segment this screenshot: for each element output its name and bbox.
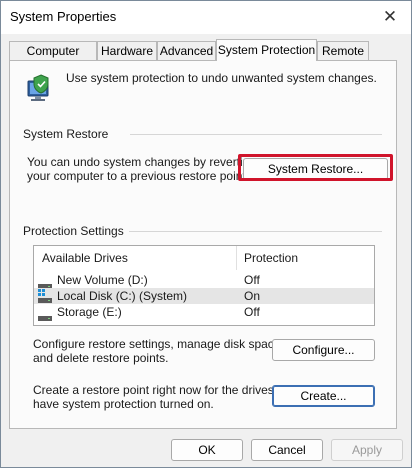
create-description-line2: have system protection turned on. [33, 397, 214, 411]
tab-advanced[interactable]: Advanced [157, 41, 216, 60]
system-restore-description-line1: You can undo system changes by reverting [27, 155, 257, 169]
drive-name: New Volume (D:) [57, 273, 148, 287]
system-restore-description-line2: your computer to a previous restore poin… [27, 169, 250, 183]
system-properties-window: System Properties ✕ Computer Name Hardwa… [0, 0, 412, 468]
system-protection-icon [24, 73, 58, 107]
system-restore-group-label: System Restore [23, 127, 109, 141]
drive-protection: Off [244, 305, 260, 319]
column-header-protection[interactable]: Protection [244, 246, 298, 270]
close-icon[interactable]: ✕ [377, 5, 403, 29]
drive-protection: Off [244, 273, 260, 287]
configure-description-line1: Configure restore settings, manage disk … [33, 337, 284, 351]
drives-list[interactable]: Available Drives Protection New Volume (… [33, 245, 375, 326]
configure-description-line2: and delete restore points. [33, 351, 169, 365]
protection-settings-group-label: Protection Settings [23, 224, 124, 238]
ok-button[interactable]: OK [171, 439, 243, 461]
list-item[interactable]: New Volume (D:) Off [34, 272, 374, 289]
tab-computer-name[interactable]: Computer Name [9, 41, 97, 76]
list-item[interactable]: Local Disk (C:) (System) On [34, 288, 374, 304]
tab-remote[interactable]: Remote [317, 41, 369, 60]
group-divider [129, 231, 382, 232]
group-divider [130, 134, 382, 135]
tab-hardware[interactable]: Hardware [97, 41, 157, 60]
title-bar: System Properties ✕ [1, 1, 411, 34]
intro-text: Use system protection to undo unwanted s… [66, 71, 377, 85]
highlight-box [238, 154, 393, 181]
tab-panel: Use system protection to undo unwanted s… [9, 60, 397, 429]
drive-protection: On [244, 289, 261, 303]
create-button[interactable]: Create... [272, 385, 375, 407]
configure-button[interactable]: Configure... [272, 339, 375, 361]
cancel-button[interactable]: Cancel [251, 439, 323, 461]
window-title: System Properties [10, 9, 117, 24]
tab-system-protection[interactable]: System Protection [216, 39, 317, 61]
drive-icon [38, 310, 52, 326]
drive-name: Local Disk (C:) (System) [57, 289, 188, 303]
create-description-line1: Create a restore point right now for the… [33, 383, 298, 397]
column-header-drives[interactable]: Available Drives [42, 246, 128, 270]
apply-button[interactable]: Apply [331, 439, 403, 461]
column-separator [236, 246, 237, 270]
drive-name: Storage (E:) [57, 305, 122, 319]
list-item[interactable]: Storage (E:) Off [34, 304, 374, 321]
